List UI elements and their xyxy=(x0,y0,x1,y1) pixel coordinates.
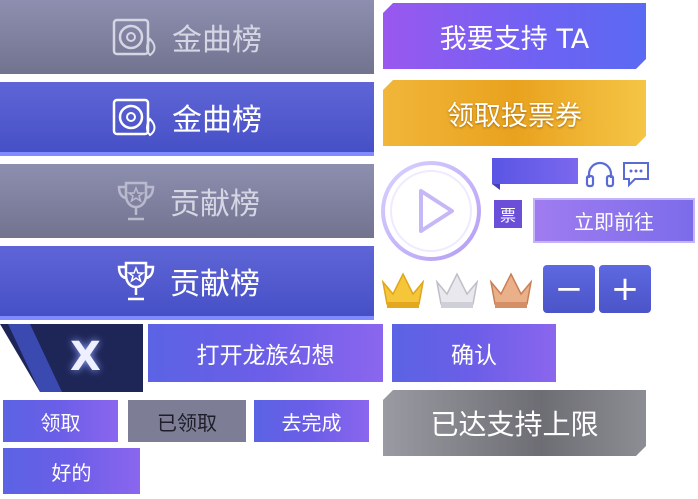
do-task-label: 去完成 xyxy=(281,410,342,435)
tab-label: 贡献榜 xyxy=(170,187,260,222)
tab-gold-chart-inactive[interactable]: 金曲榜 xyxy=(0,0,374,74)
ticket-badge: 票 xyxy=(494,200,522,228)
confirm-label: 确认 xyxy=(451,343,497,369)
trophy-icon xyxy=(117,181,155,221)
trophy-icon xyxy=(117,261,155,301)
headphones-button[interactable] xyxy=(584,158,616,190)
claimed-label: 已领取 xyxy=(157,410,217,435)
close-x-label: X xyxy=(70,334,101,380)
record-disc-icon xyxy=(112,98,156,137)
open-game-label: 打开龙族幻想 xyxy=(196,343,335,369)
tag-fold xyxy=(492,184,500,190)
ok-button[interactable]: 好的 xyxy=(3,448,140,494)
crown-gold xyxy=(378,268,428,312)
crown-bronze-icon xyxy=(489,272,533,308)
tag-bar xyxy=(492,158,578,184)
headphones-icon xyxy=(585,161,615,188)
support-label: 我要支持 TA xyxy=(439,23,590,55)
close-x-button[interactable]: X xyxy=(0,324,143,392)
record-disc-icon xyxy=(112,18,156,57)
crown-silver xyxy=(432,268,482,312)
claim-button[interactable]: 领取 xyxy=(3,400,118,442)
chat-bubble-icon xyxy=(623,162,649,188)
plus-label: + xyxy=(610,269,640,309)
ok-label: 好的 xyxy=(51,460,92,485)
open-game-button[interactable]: 打开龙族幻想 xyxy=(148,324,383,382)
claim-ticket-label: 领取投票券 xyxy=(447,100,582,132)
claim-label: 领取 xyxy=(40,410,81,435)
crown-bronze xyxy=(486,268,536,312)
tab-contribution-inactive[interactable]: 贡献榜 xyxy=(0,164,374,238)
minus-button[interactable]: − xyxy=(543,265,595,313)
do-task-button[interactable]: 去完成 xyxy=(254,400,369,442)
crown-silver-icon xyxy=(435,272,479,308)
play-icon xyxy=(381,161,481,261)
claim-ticket-button[interactable]: 领取投票券 xyxy=(383,80,646,146)
plus-button[interactable]: + xyxy=(599,265,651,313)
tab-label: 金曲榜 xyxy=(172,23,262,58)
claimed-button: 已领取 xyxy=(128,400,246,442)
limit-reached-button: 已达支持上限 xyxy=(383,390,646,456)
minus-label: − xyxy=(554,269,584,309)
tab-gold-chart-active[interactable]: 金曲榜 xyxy=(0,82,374,156)
tab-label: 金曲榜 xyxy=(172,103,262,138)
ticket-badge-label: 票 xyxy=(499,206,516,225)
tab-contribution-active[interactable]: 贡献榜 xyxy=(0,246,374,320)
crown-gold-icon xyxy=(381,272,425,308)
play-button[interactable] xyxy=(378,158,484,264)
confirm-button[interactable]: 确认 xyxy=(392,324,556,382)
chat-button[interactable] xyxy=(620,158,652,190)
go-now-button[interactable]: 立即前往 xyxy=(533,198,695,243)
tab-label: 贡献榜 xyxy=(170,267,260,302)
support-button[interactable]: 我要支持 TA xyxy=(383,3,646,69)
limit-reached-label: 已达支持上限 xyxy=(430,408,599,441)
go-now-label: 立即前往 xyxy=(574,210,654,234)
